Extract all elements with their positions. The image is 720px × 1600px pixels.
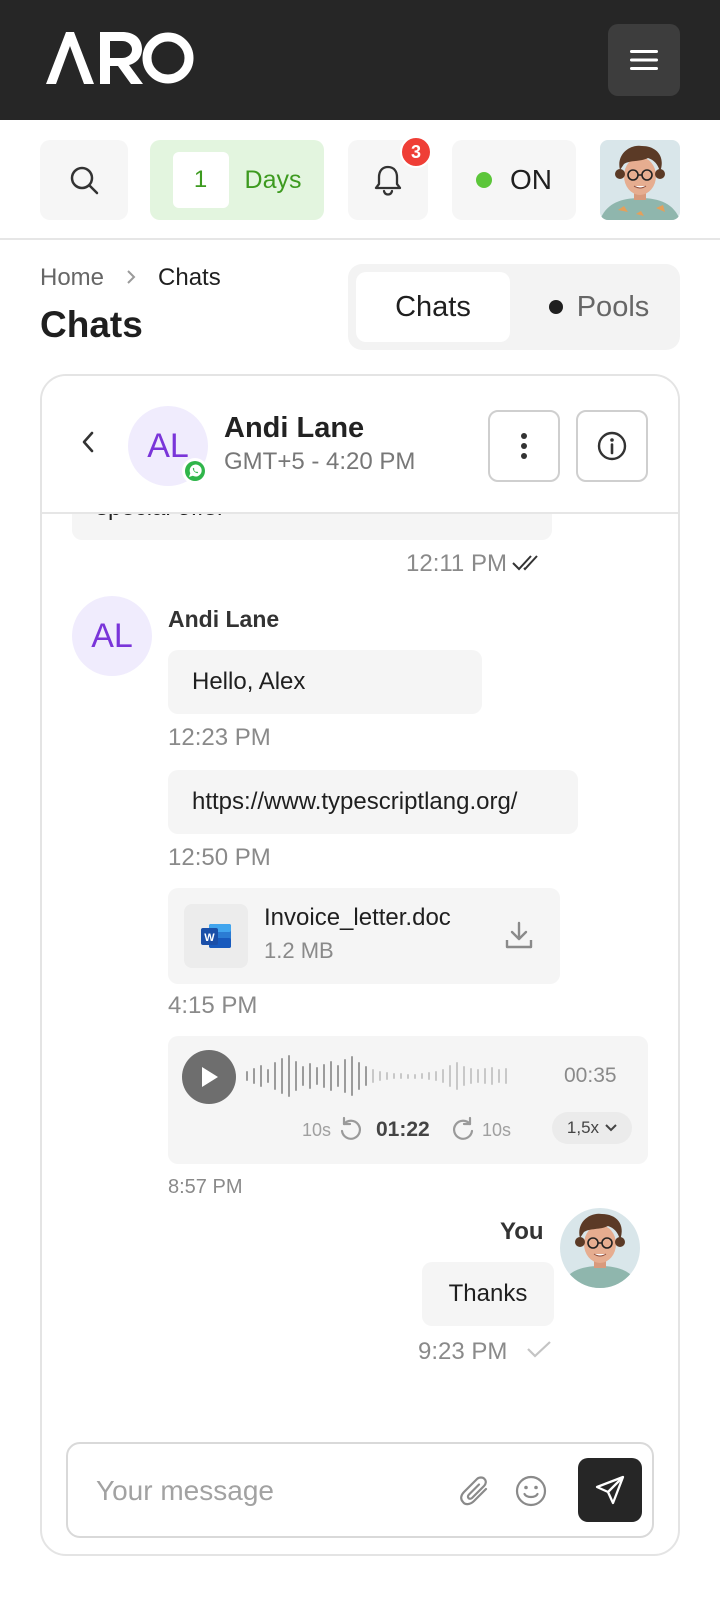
sender-avatar: AL xyxy=(72,596,152,676)
back-button[interactable] xyxy=(72,424,104,460)
message-time: 8:57 PM xyxy=(168,1176,243,1198)
word-doc-icon: W xyxy=(184,904,248,968)
top-bar xyxy=(0,0,720,120)
forward-10-icon[interactable] xyxy=(450,1116,476,1142)
pools-dot xyxy=(548,300,563,314)
user-avatar[interactable] xyxy=(600,140,680,220)
play-button[interactable] xyxy=(182,1050,236,1104)
check-icon xyxy=(527,1341,551,1358)
message-bubble: Hello, Alex xyxy=(168,650,482,714)
tab-pools[interactable]: Pools xyxy=(526,272,672,342)
breadcrumb: Home Chats xyxy=(40,264,221,292)
emoji-icon[interactable] xyxy=(514,1474,548,1508)
breadcrumb-current: Chats xyxy=(158,264,221,291)
own-message-bubble: Thanks xyxy=(422,1262,554,1326)
message-time: 9:23 PM xyxy=(418,1338,508,1365)
file-attachment[interactable]: W Invoice_letter.doc 1.2 MB xyxy=(168,888,560,984)
message-time: 4:15 PM xyxy=(168,992,258,1019)
message-time: 12:50 PM xyxy=(168,844,271,871)
hamburger-icon xyxy=(630,50,658,70)
tab-chats[interactable]: Chats xyxy=(356,272,510,342)
playback-speed-select[interactable]: 1,5x xyxy=(552,1112,632,1144)
more-vertical-icon xyxy=(521,433,527,459)
contact-name: Andi Lane xyxy=(224,412,365,444)
download-icon xyxy=(505,921,533,949)
message-time: 12:11 PM xyxy=(406,550,507,577)
bell-icon xyxy=(374,165,402,196)
message-input[interactable] xyxy=(96,1468,436,1514)
aro-logo[interactable] xyxy=(44,30,194,86)
send-button[interactable] xyxy=(578,1458,642,1522)
status-label: ON xyxy=(510,164,552,195)
breadcrumb-home[interactable]: Home xyxy=(40,264,104,292)
chat-panel: AL Andi Lane GMT+5 - 4:20 PM special off… xyxy=(40,374,680,1556)
message-link[interactable]: https://www.typescriptlang.org/ xyxy=(192,788,517,816)
chevron-right-icon xyxy=(126,264,136,292)
search-icon xyxy=(70,166,99,195)
search-button[interactable] xyxy=(40,140,128,220)
play-icon xyxy=(202,1067,218,1087)
own-avatar xyxy=(560,1208,640,1288)
forward-label: 10s xyxy=(482,1120,512,1140)
message-composer xyxy=(66,1442,654,1538)
chevron-left-icon xyxy=(82,431,94,453)
online-dot xyxy=(476,172,492,188)
tab-pools-label: Pools xyxy=(576,290,650,323)
page-title: Chats xyxy=(40,304,143,345)
double-check-icon xyxy=(512,555,538,571)
message-list[interactable]: special offer 12:11 PM AL Andi Lane Hell… xyxy=(42,474,678,1554)
days-counter[interactable]: 1 Days xyxy=(150,140,324,220)
own-sender-name: You xyxy=(500,1218,544,1245)
more-options-button[interactable] xyxy=(488,410,560,482)
message-text: Hello, Alex xyxy=(192,668,306,695)
file-size: 1.2 MB xyxy=(264,938,334,963)
days-label: Days xyxy=(244,165,302,194)
info-button[interactable] xyxy=(576,410,648,482)
sender-name: Andi Lane xyxy=(168,606,280,632)
message-time: 12:23 PM xyxy=(168,724,271,751)
chat-header: AL Andi Lane GMT+5 - 4:20 PM xyxy=(42,376,678,514)
audio-message: 00:35 10s 01:22 10s 1,5x xyxy=(168,1036,648,1164)
status-toggle[interactable]: ON xyxy=(452,140,576,220)
rewind-label: 10s xyxy=(302,1120,332,1140)
notification-badge: 3 xyxy=(400,136,432,168)
file-name: Invoice_letter.doc xyxy=(264,904,451,931)
rewind-10-icon[interactable] xyxy=(338,1116,364,1142)
message-text: Thanks xyxy=(448,1280,528,1307)
contact-timezone: GMT+5 - 4:20 PM xyxy=(224,448,416,475)
send-icon xyxy=(595,1475,625,1505)
paperclip-icon[interactable] xyxy=(460,1474,492,1508)
chevron-down-icon xyxy=(605,1124,617,1132)
playback-speed: 1,5x xyxy=(566,1118,600,1137)
svg-text:W: W xyxy=(204,932,215,944)
menu-button[interactable] xyxy=(608,24,680,96)
audio-current-time: 01:22 xyxy=(376,1118,430,1141)
segmented-control: Chats Pools xyxy=(348,264,680,350)
audio-waveform[interactable] xyxy=(246,1054,512,1098)
download-button[interactable] xyxy=(504,920,534,957)
audio-duration: 00:35 xyxy=(564,1064,617,1087)
info-icon xyxy=(597,431,627,461)
days-number: 1 xyxy=(172,152,229,208)
message-bubble: https://www.typescriptlang.org/ xyxy=(168,770,578,834)
whatsapp-icon xyxy=(182,458,208,484)
